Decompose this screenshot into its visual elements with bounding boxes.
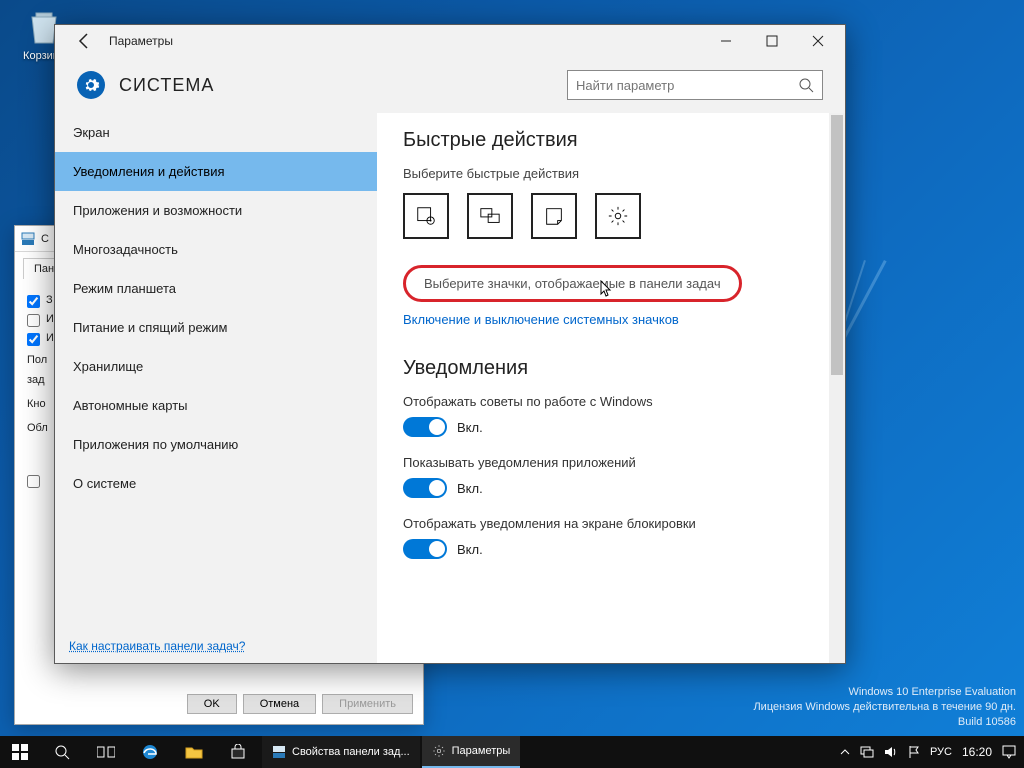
wallpaper-beams <box>844 260 1024 520</box>
scrollbar-thumb[interactable] <box>831 115 843 375</box>
toggle-label-2: Отображать уведомления на экране блокиро… <box>403 516 819 531</box>
scrollbar[interactable] <box>829 113 845 663</box>
watermark: Windows 10 Enterprise Evaluation Лицензи… <box>753 685 1016 730</box>
maximize-button[interactable] <box>749 25 795 57</box>
toggle-label-0: Отображать советы по работе с Windows <box>403 394 819 409</box>
cursor-icon <box>598 280 614 300</box>
help-link[interactable]: Как настраивать панели задач? <box>69 639 245 653</box>
task-settings-icon <box>432 744 446 758</box>
tray-chevron-icon[interactable] <box>840 747 850 757</box>
quick-tile-note[interactable] <box>531 193 577 239</box>
action-center-icon[interactable] <box>1002 745 1016 759</box>
dialog-ok-button[interactable]: OK <box>187 694 237 714</box>
explorer-button[interactable] <box>172 736 216 768</box>
settings-titlebar[interactable]: Параметры <box>55 25 845 57</box>
toggle-windows-tips[interactable] <box>403 417 447 437</box>
language-indicator[interactable]: РУС <box>930 746 952 758</box>
task-properties-icon <box>272 745 286 759</box>
settings-title: Параметры <box>109 34 173 48</box>
system-icon <box>77 71 105 99</box>
settings-main: Быстрые действия Выберите быстрые действ… <box>377 113 845 663</box>
sidebar-item-notifications[interactable]: Уведомления и действия <box>55 152 377 191</box>
notifications-heading: Уведомления <box>403 357 819 380</box>
sidebar-item-display[interactable]: Экран <box>55 113 377 152</box>
edge-button[interactable] <box>128 736 172 768</box>
sidebar-item-offline-maps[interactable]: Автономные карты <box>55 386 377 425</box>
dialog-icon <box>21 232 35 246</box>
sidebar-item-storage[interactable]: Хранилище <box>55 347 377 386</box>
sidebar-item-about[interactable]: О системе <box>55 464 377 503</box>
quick-actions-heading: Быстрые действия <box>403 129 819 152</box>
start-button[interactable] <box>0 736 40 768</box>
quick-actions-sub: Выберите быстрые действия <box>403 166 819 181</box>
sidebar-item-apps[interactable]: Приложения и возможности <box>55 191 377 230</box>
link-system-icons[interactable]: Включение и выключение системных значков <box>403 312 819 327</box>
dialog-title: С <box>41 233 49 245</box>
taskbar: Свойства панели зад... Параметры РУС 16:… <box>0 736 1024 768</box>
quick-actions-row <box>403 193 819 239</box>
settings-header: СИСТЕМА <box>55 57 845 113</box>
search-box[interactable] <box>567 70 823 100</box>
settings-sidebar: Экран Уведомления и действия Приложения … <box>55 113 377 663</box>
quick-tile-connect[interactable] <box>467 193 513 239</box>
quick-tile-tablet-mode[interactable] <box>403 193 449 239</box>
search-icon <box>798 77 814 93</box>
quick-tile-all-settings[interactable] <box>595 193 641 239</box>
header-title: СИСТЕМА <box>119 75 214 96</box>
flag-icon[interactable] <box>908 745 920 759</box>
sidebar-item-power[interactable]: Питание и спящий режим <box>55 308 377 347</box>
clock[interactable]: 16:20 <box>962 745 992 759</box>
dialog-cancel-button[interactable]: Отмена <box>243 694 316 714</box>
taskbar-task-settings[interactable]: Параметры <box>422 736 521 768</box>
task-view-button[interactable] <box>84 736 128 768</box>
system-tray[interactable]: РУС 16:20 <box>832 736 1024 768</box>
volume-icon[interactable] <box>884 746 898 758</box>
sidebar-item-multitasking[interactable]: Многозадачность <box>55 230 377 269</box>
toggle-app-notifications[interactable] <box>403 478 447 498</box>
dialog-apply-button[interactable]: Применить <box>322 694 413 714</box>
settings-window: Параметры СИСТЕМА Экран Уведомления и де… <box>54 24 846 664</box>
search-input[interactable] <box>576 78 798 93</box>
store-button[interactable] <box>216 736 260 768</box>
network-icon[interactable] <box>860 746 874 758</box>
search-button[interactable] <box>40 736 84 768</box>
sidebar-item-tablet-mode[interactable]: Режим планшета <box>55 269 377 308</box>
toggle-lockscreen-notifications[interactable] <box>403 539 447 559</box>
toggle-label-1: Показывать уведомления приложений <box>403 455 819 470</box>
back-button[interactable] <box>67 25 103 57</box>
sidebar-item-default-apps[interactable]: Приложения по умолчанию <box>55 425 377 464</box>
close-button[interactable] <box>795 25 841 57</box>
minimize-button[interactable] <box>703 25 749 57</box>
link-select-taskbar-icons[interactable]: Выберите значки, отображаемые в панели з… <box>403 265 742 302</box>
taskbar-task-properties[interactable]: Свойства панели зад... <box>262 736 420 768</box>
